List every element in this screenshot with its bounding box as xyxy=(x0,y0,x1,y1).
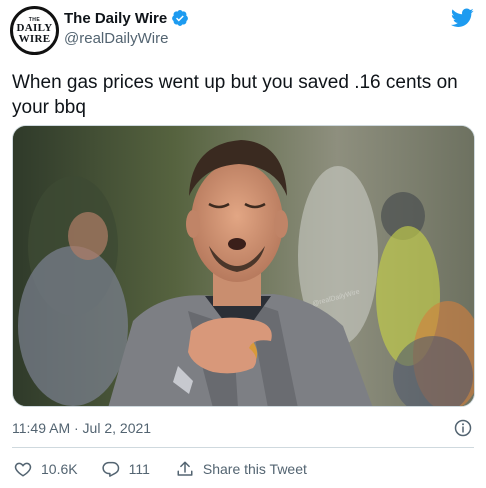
reply-bubble-icon xyxy=(101,461,119,477)
author-display-name[interactable]: The Daily Wire xyxy=(64,10,167,27)
tweet-timestamp[interactable]: 11:49 AM · Jul 2, 2021 xyxy=(12,420,151,436)
avatar-text-line2: WIRE xyxy=(18,32,51,45)
avatar-text-line1: DAILY xyxy=(16,21,53,34)
tweet-card[interactable]: THE DAILY WIRE The Daily Wire @realDaily… xyxy=(0,0,486,488)
reply-count: 111 xyxy=(128,461,150,477)
avatar[interactable]: THE DAILY WIRE xyxy=(10,6,59,55)
share-upload-icon xyxy=(177,461,193,476)
twitter-bird-icon[interactable] xyxy=(451,8,474,28)
author-handle[interactable]: @realDailyWire xyxy=(64,30,168,47)
like-count: 10.6K xyxy=(41,461,78,477)
reply-button[interactable]: 111 xyxy=(101,460,150,478)
verified-badge-icon xyxy=(172,10,189,26)
share-label: Share this Tweet xyxy=(202,461,307,477)
share-button[interactable]: Share this Tweet xyxy=(176,460,307,478)
heart-icon xyxy=(14,462,32,477)
author-name-row[interactable]: The Daily Wire xyxy=(64,9,189,27)
like-button[interactable]: 10.6K xyxy=(14,460,78,478)
tweet-text: When gas prices went up but you saved .1… xyxy=(12,72,458,118)
photo-man-holding-hotdog: @realDailyWire xyxy=(13,126,474,406)
divider xyxy=(12,447,474,448)
tweet-photo[interactable]: @realDailyWire xyxy=(12,125,475,407)
info-icon[interactable] xyxy=(454,419,472,437)
tweet-actions: 10.6K 111 Share this Tweet xyxy=(12,458,307,480)
